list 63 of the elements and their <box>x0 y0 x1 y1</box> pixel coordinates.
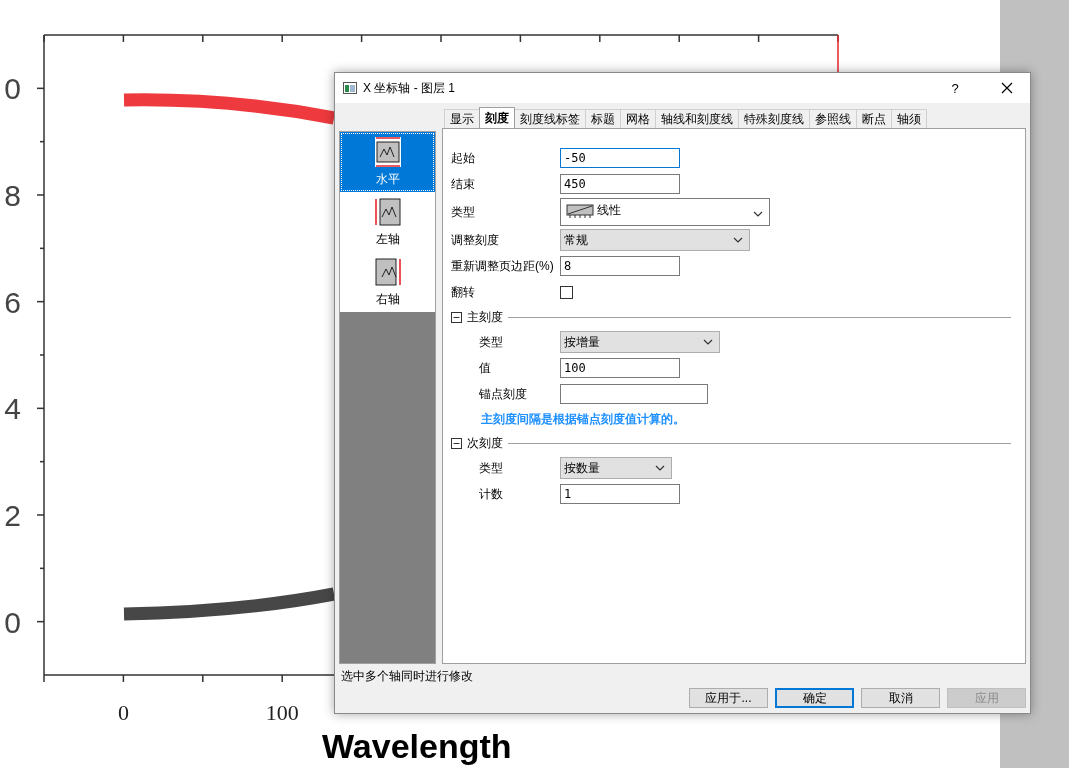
tab[interactable]: 标题 <box>585 109 621 128</box>
dialog-button[interactable]: 确定 <box>775 688 854 708</box>
axis-list-item[interactable]: 水平 <box>340 132 435 192</box>
axis-list-item[interactable]: 左轴 <box>340 192 435 252</box>
tab[interactable]: 刻度线标签 <box>514 109 586 128</box>
tab[interactable]: 轴线和刻度线 <box>655 109 739 128</box>
y-tick-label: 0 <box>4 605 21 639</box>
y-tick-label: 2 <box>4 499 21 532</box>
section-title: 主刻度 <box>467 308 503 326</box>
y-tick-label: 6 <box>4 285 21 319</box>
dropdown-value: 线性 <box>597 202 621 219</box>
field-label: 调整刻度 <box>451 231 500 249</box>
y-tick-label: 0 <box>4 72 21 106</box>
caret-icon <box>655 465 665 471</box>
x-axis-title: Wavelength <box>322 727 512 765</box>
input-field[interactable]: -50 <box>560 148 680 168</box>
linear-scale-icon <box>565 202 595 220</box>
dialog-button[interactable]: 应用于... <box>689 688 768 708</box>
checkbox[interactable] <box>560 285 573 299</box>
collapse-icon[interactable] <box>451 437 462 449</box>
tab[interactable]: 参照线 <box>809 109 857 128</box>
caret-icon <box>703 339 713 345</box>
field-label: 类型 <box>478 333 504 351</box>
app-icon <box>343 82 357 94</box>
tab[interactable]: 断点 <box>856 109 892 128</box>
field-label: 值 <box>478 359 492 377</box>
field-label: 类型 <box>451 203 476 221</box>
axis-list-item[interactable]: 右轴 <box>340 252 435 312</box>
field-label: 起始 <box>451 149 476 167</box>
dropdown[interactable]: 按增量 <box>560 331 720 353</box>
help-button[interactable]: ? <box>932 80 978 96</box>
dropdown[interactable]: 按数量 <box>560 457 672 479</box>
y-tick-label: 8 <box>4 179 21 212</box>
field-label: 重新调整页边距(%) <box>451 257 555 275</box>
dialog-button[interactable]: 取消 <box>861 688 940 708</box>
caret-icon <box>733 237 743 243</box>
x-tick-label: 0 <box>117 700 129 725</box>
tab[interactable]: 显示 <box>444 109 480 128</box>
hint-text: 主刻度间隔是根据锚点刻度值计算的。 <box>480 410 686 428</box>
x-tick-label: 100 <box>265 700 299 725</box>
collapse-icon[interactable] <box>451 311 462 323</box>
tab[interactable]: 特殊刻度线 <box>738 109 810 128</box>
field-label: 翻转 <box>451 283 476 301</box>
field-label: 类型 <box>478 459 504 477</box>
field-label: 计数 <box>478 485 504 503</box>
input-field[interactable]: 100 <box>560 358 680 378</box>
window-title: X 坐标轴 - 图层 1 <box>363 79 456 97</box>
status-text: 选中多个轴同时进行修改 <box>341 667 473 685</box>
caret-icon <box>753 210 763 217</box>
close-icon[interactable] <box>1001 82 1013 94</box>
field-label: 结束 <box>451 175 476 193</box>
input-field[interactable]: 450 <box>560 174 680 194</box>
tab[interactable]: 网格 <box>620 109 656 128</box>
tab[interactable]: 轴须 <box>891 109 927 128</box>
input-field[interactable]: 8 <box>560 256 680 276</box>
section-title: 次刻度 <box>467 434 503 452</box>
input-field[interactable]: 1 <box>560 484 680 504</box>
dropdown[interactable]: 常规 <box>560 229 750 251</box>
y-tick-label: 4 <box>4 392 21 426</box>
dropdown[interactable]: 线性 <box>560 198 770 226</box>
input-field[interactable] <box>560 384 708 404</box>
tab[interactable]: 刻度 <box>479 107 515 128</box>
field-label: 锚点刻度 <box>478 385 528 403</box>
